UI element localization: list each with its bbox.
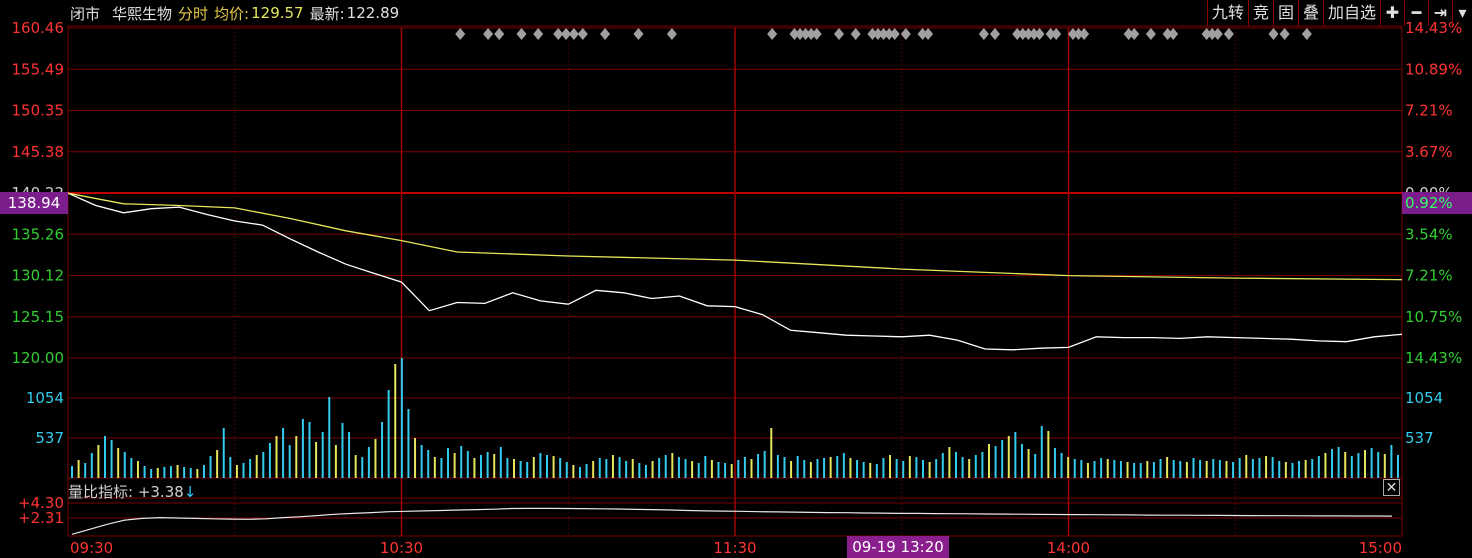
nine-turn-button[interactable]: 九转 [1206,0,1248,26]
avg-price-value: 129.57 [251,4,304,22]
chart-mode[interactable]: 分时 [178,3,208,24]
overlay-button[interactable]: 叠 [1297,0,1323,26]
price-tick-label: 145.38 [12,143,65,161]
indicator-tick-label: +2.31 [18,509,64,527]
event-diamond-icon [1129,28,1140,40]
crosshair-percent-badge: 0.92% [1402,192,1472,214]
event-diamond-icon [666,28,677,40]
event-diamond-icon [1301,28,1312,40]
time-tick-label: 15:00 [1359,539,1402,557]
add-watchlist-button[interactable]: 加自选 [1322,0,1380,26]
price-tick-label: 125.15 [12,308,65,326]
percent-tick-label: 3.67% [1405,143,1453,161]
plus-icon[interactable]: ✚ [1380,0,1404,26]
event-diamond-icon [989,28,1000,40]
volume-tick-label: 1054 [26,389,64,407]
percent-tick-label: 10.75% [1405,308,1462,326]
event-diamond-icon [811,28,822,40]
event-diamond-icon [1034,28,1045,40]
price-tick-label: 130.12 [12,267,65,285]
arrow-to-end-icon[interactable]: ⇥ [1428,0,1452,26]
event-diamond-icon [1223,28,1234,40]
event-diamond-icon [455,28,466,40]
time-tick-label: 11:30 [713,539,756,557]
time-tick-label: 14:00 [1047,539,1090,557]
price-tick-label: 135.26 [12,225,65,243]
price-tick-label: 155.49 [12,60,65,78]
event-diamond-icon [923,28,934,40]
fixed-button[interactable]: 固 [1272,0,1298,26]
indicator-label: 量比指标: +3.38 [68,483,184,501]
event-diamond-icon [1145,28,1156,40]
event-diamond-icon [600,28,611,40]
crosshair-time-tag: 09-19 13:20 [847,536,949,558]
market-status: 闭市 [70,4,101,23]
last-price-label: 最新: [309,4,345,23]
close-icon[interactable]: ✕ [1383,479,1400,496]
stock-name[interactable]: 华熙生物 [112,3,172,24]
percent-tick-label: 7.21% [1405,267,1453,285]
event-diamond-icon [1051,28,1062,40]
percent-tick-label: 7.21% [1405,102,1453,120]
volume-tick-label-right: 1054 [1405,389,1443,407]
volume-tick-label: 537 [35,429,64,447]
toolbar: 九转 竞 固 叠 加自选 ✚ ━ ⇥ ▾ [1206,0,1472,26]
last-price-value: 122.89 [346,4,400,22]
event-diamond-icon [834,28,844,40]
percent-tick-label: 10.89% [1405,60,1462,78]
volume-ratio-indicator: 量比指标: +3.38↓ [68,481,196,502]
time-tick-label: 10:30 [380,539,423,557]
event-diamond-icon [1212,28,1223,40]
event-diamond-icon [577,28,588,40]
event-diamond-icon [1079,28,1090,40]
event-diamond-icon [533,28,544,40]
event-diamond-icon [978,28,989,40]
volume-tick-label-right: 537 [1405,429,1434,447]
time-tick-label: 09:30 [70,539,113,557]
price-tick-label: 150.35 [12,102,65,120]
minus-icon[interactable]: ━ [1404,0,1428,26]
event-diamond-icon [568,28,579,40]
event-diamond-icon [633,28,644,40]
down-arrow-icon: ↓ [183,483,197,501]
event-diamond-icon [1279,28,1290,40]
avg-price-label: 均价: [214,4,250,23]
timeshare-chart[interactable]: 160.46 14.43%155.49 10.89%150.35 7.21%145.3… [0,0,1472,558]
price-tick-label: 120.00 [12,349,65,367]
event-diamond-icon [767,28,778,40]
percent-tick-label: 14.43% [1405,349,1462,367]
event-diamond-icon [900,28,911,40]
dropdown-icon[interactable]: ▾ [1452,0,1472,26]
event-diamond-icon [889,28,900,40]
auction-button[interactable]: 竞 [1247,0,1273,26]
chart-header: 闭市 华熙生物 分时 均价: 129.57 最新: 122.89 [0,0,405,26]
event-diamond-icon [494,28,505,40]
volume-ratio-line [71,507,1393,535]
event-diamond-icon [1168,28,1179,40]
percent-tick-label: 3.54% [1405,225,1453,243]
event-diamond-icon [1268,28,1279,40]
event-diamond-icon [850,28,861,40]
event-diamond-icon [516,28,527,40]
crosshair-price-badge: 138.94 [0,192,68,214]
event-diamond-icon [483,28,494,40]
